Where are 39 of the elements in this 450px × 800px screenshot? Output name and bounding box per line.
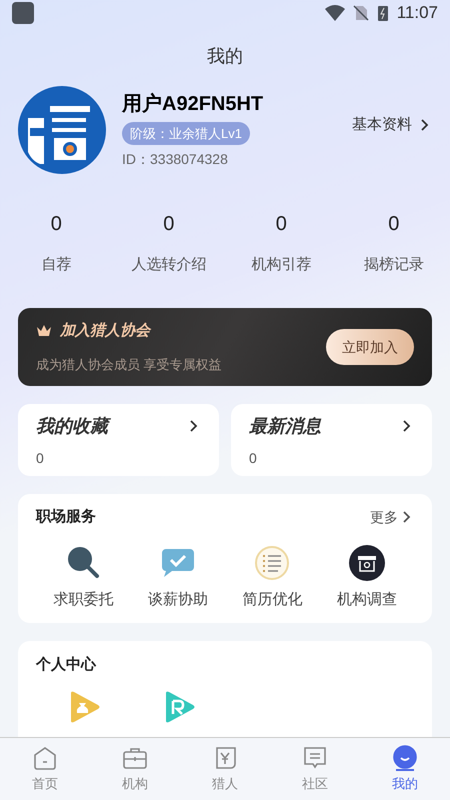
card-count: 0 — [249, 449, 258, 468]
service-item[interactable]: 谈薪协助 — [130, 544, 225, 611]
service-item[interactable]: 简历优化 — [225, 544, 320, 611]
join-button[interactable]: 立即加入 — [326, 329, 414, 365]
service-item[interactable]: 机构调查 — [320, 544, 414, 611]
banner-subtitle: 成为猎人协会成员 享受专属权益 — [36, 356, 222, 374]
storefront-icon — [348, 544, 385, 580]
stat-value: 0 — [50, 212, 62, 236]
user-id: ID：3338074328 — [122, 150, 229, 170]
wifi-icon — [324, 4, 345, 21]
tab[interactable]: 我的 — [360, 738, 450, 800]
stat-label: 人选转介绍 — [131, 254, 206, 274]
list-icon — [254, 544, 290, 580]
stat-value: 0 — [276, 212, 287, 236]
magnifier-icon — [65, 544, 102, 580]
page-title: 我的 — [207, 44, 243, 68]
banner-title: 加入猎人协会 — [60, 321, 150, 341]
quick-card[interactable]: 我的收藏 0 — [18, 404, 219, 476]
stat-value: 0 — [388, 212, 400, 236]
stat-label: 自荐 — [41, 254, 72, 274]
service-item[interactable]: 求职委托 — [36, 544, 130, 611]
more-link[interactable]: 更多 — [370, 507, 414, 528]
stat-value: 0 — [163, 212, 174, 236]
section-title: 职场服务 — [36, 507, 96, 527]
section-title: 个人中心 — [36, 656, 96, 673]
card-count: 0 — [36, 449, 45, 468]
status-time: 11:07 — [396, 2, 438, 24]
stat-label: 机构引荐 — [251, 254, 312, 274]
card-title: 最新消息 — [249, 415, 321, 438]
smiley-icon — [391, 744, 419, 772]
profile-link[interactable]: 基本资料 — [352, 114, 432, 136]
app-icon — [12, 2, 34, 24]
stat-label: 揭榜记录 — [364, 254, 424, 274]
level-badge: 阶级：业余猎人Lv1 — [122, 122, 250, 146]
home-icon — [31, 744, 59, 772]
quick-card[interactable]: 最新消息 0 — [231, 404, 432, 476]
user-name: 用户A92FN5HT — [122, 92, 264, 117]
battery-icon — [376, 4, 389, 21]
no-sim-icon — [352, 4, 369, 21]
